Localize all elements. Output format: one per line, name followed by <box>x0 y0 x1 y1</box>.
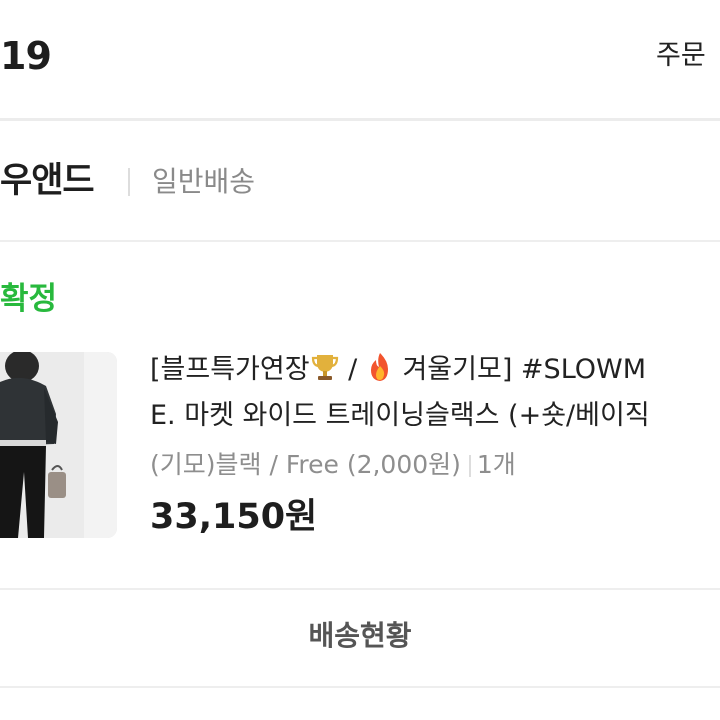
product-title-part-c: 겨울기모] #SLOWM <box>393 354 647 385</box>
order-date: 19 <box>0 34 52 78</box>
fire-icon <box>366 352 394 382</box>
seller-name[interactable]: 우앤드 <box>0 158 95 204</box>
product-photo <box>0 352 117 538</box>
product-title-line-1[interactable]: [블프특가연장 / 겨울기모] #SLOWM <box>150 350 646 390</box>
option-text: (기모)블랙 / Free (2,000원) <box>150 450 461 479</box>
quantity: 1개 <box>476 450 516 479</box>
tracking-button[interactable]: 배송현황 <box>0 590 720 686</box>
trophy-icon <box>310 352 340 382</box>
option-separator <box>468 455 471 477</box>
product-title-line-2[interactable]: E. 마켓 와이드 트레이닝슬랙스 (+숏/베이직 <box>150 396 650 436</box>
order-status: 확정 <box>0 281 58 317</box>
product-thumbnail[interactable] <box>0 352 117 538</box>
product-title-part-a: [블프특가연장 <box>150 354 310 385</box>
shipping-type: 일반배송 <box>152 165 256 198</box>
footer-divider <box>0 686 720 688</box>
product-price: 33,150원 <box>150 497 318 537</box>
tracking-button-label: 배송현황 <box>308 619 412 652</box>
seller-separator <box>128 168 130 196</box>
product-title-part-b: / <box>348 354 358 385</box>
header-divider <box>0 118 720 121</box>
product-option: (기모)블랙 / Free (2,000원) 1개 <box>150 446 516 484</box>
seller-divider <box>0 240 720 242</box>
order-detail-link[interactable]: 주문 <box>656 36 706 76</box>
